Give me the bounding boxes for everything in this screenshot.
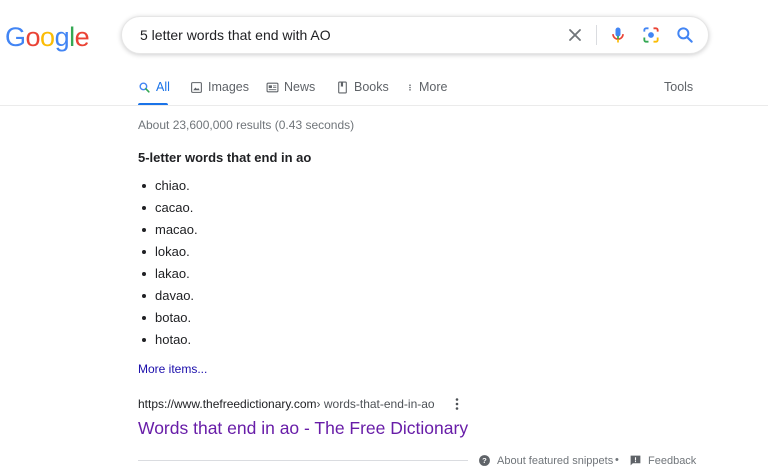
feedback-icon [630, 455, 641, 466]
kebab-icon [409, 83, 411, 91]
list-item: botao. [138, 307, 198, 329]
list-item: lakao. [138, 263, 198, 285]
search-icon [139, 81, 150, 93]
google-logo[interactable]: Google [5, 22, 90, 52]
list-item: davao. [138, 285, 198, 307]
search-input[interactable]: 5 letter words that end with AO [140, 17, 331, 53]
header-divider [0, 105, 768, 106]
logo-letter: o [40, 22, 55, 52]
search-divider [596, 25, 597, 45]
logo-letter: e [74, 22, 90, 52]
list-item: hotao. [138, 329, 198, 351]
microphone-icon[interactable] [608, 25, 628, 45]
more-options-icon[interactable] [451, 397, 463, 411]
image-icon [191, 81, 202, 93]
camera-lens-icon[interactable] [641, 25, 661, 45]
tab-all[interactable]: All [138, 80, 170, 94]
logo-letter: G [5, 22, 26, 52]
help-icon: ? [479, 455, 490, 466]
search-box[interactable]: 5 letter words that end with AO [121, 16, 709, 54]
tab-images[interactable]: Images [190, 80, 249, 94]
search-tabs: All Images News Books More Tools [0, 72, 768, 106]
tab-label: Images [208, 80, 249, 94]
tab-label: More [419, 80, 448, 94]
featured-snippet-title: 5-letter words that end in ao [138, 150, 312, 165]
list-item: chiao. [138, 175, 198, 197]
tools-label: Tools [664, 80, 694, 94]
result-title-link[interactable]: Words that end in ao - The Free Dictiona… [138, 418, 468, 439]
feedback-link[interactable]: Feedback [629, 454, 696, 467]
snippet-footer-divider [138, 460, 468, 461]
result-stats: About 23,600,000 results (0.43 seconds) [138, 118, 355, 132]
tab-more[interactable]: More [406, 80, 447, 94]
result-url[interactable]: https://www.thefreedictionary.com › word… [138, 397, 435, 411]
book-icon [338, 81, 347, 93]
more-items-link[interactable]: More items... [138, 362, 207, 376]
tab-label: All [156, 80, 170, 94]
list-item: macao. [138, 219, 198, 241]
logo-letter: o [25, 22, 41, 52]
feedback-label: Feedback [648, 454, 697, 467]
result-domain: https://www.thefreedictionary.com [138, 397, 317, 411]
tab-news[interactable]: News [266, 80, 315, 94]
footer-separator: • [615, 454, 619, 466]
featured-snippet-list: chiao. cacao. macao. lokao. lakao. davao… [138, 175, 198, 351]
about-label: About featured snippets [497, 454, 614, 467]
tab-label: News [284, 80, 316, 94]
svg-text:?: ? [482, 456, 487, 465]
search-icon[interactable] [675, 25, 695, 45]
result-path: › words-that-end-in-ao [316, 397, 435, 411]
newspaper-icon [266, 82, 279, 92]
tab-tools[interactable]: Tools [664, 80, 693, 94]
tab-label: Books [354, 80, 389, 94]
list-item: lokao. [138, 241, 198, 263]
tab-books[interactable]: Books [336, 80, 389, 94]
close-icon[interactable] [565, 25, 585, 45]
logo-letter: g [54, 22, 70, 52]
list-item: cacao. [138, 197, 198, 219]
about-featured-snippets[interactable]: ? About featured snippets [478, 454, 613, 467]
